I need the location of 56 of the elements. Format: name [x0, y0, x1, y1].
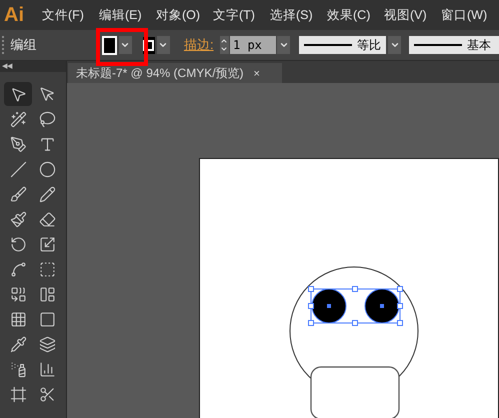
rotate-icon [10, 236, 26, 252]
brush-field[interactable]: 基本 [409, 36, 499, 54]
document-tab[interactable]: 未标题-7* @ 94% (CMYK/预览) × [68, 63, 282, 83]
caret-icon [120, 40, 130, 50]
column-graph-icon [38, 360, 56, 378]
pencil-icon [38, 186, 56, 202]
line-icon [10, 160, 26, 178]
eye [312, 288, 346, 324]
selection-arrow-icon [10, 86, 26, 102]
profile-label: 等比 [357, 37, 381, 54]
eye [364, 288, 400, 324]
brush-icon [10, 186, 26, 202]
app-logo: Ai [4, 5, 25, 25]
fill-swatch[interactable] [102, 36, 117, 54]
menu-item[interactable]: 编辑(E) [99, 6, 156, 24]
magic-wand-icon [10, 110, 26, 128]
up-icon [220, 37, 228, 45]
menu-item[interactable]: 视图(V) [384, 6, 441, 24]
document-title: 未标题-7* @ 94% (CMYK/预览) [76, 65, 244, 82]
pen-icon [10, 136, 26, 152]
menu-item[interactable]: 文字(T) [213, 6, 270, 24]
ellipse-icon [38, 160, 56, 178]
menu-item[interactable]: 文件(F) [42, 6, 99, 24]
profile-field[interactable]: 等比 [299, 36, 386, 54]
stroke-link[interactable]: 描边: [184, 35, 214, 55]
profile-dropdown[interactable] [388, 36, 401, 54]
menu-item[interactable]: 选择(S) [270, 6, 327, 24]
menu-item[interactable]: 效果(C) [327, 6, 384, 24]
down-icon [220, 45, 228, 53]
eraser-icon [38, 210, 56, 228]
line-icon [304, 44, 352, 46]
close-button[interactable]: × [254, 66, 260, 82]
stroke-spinner[interactable] [220, 36, 229, 54]
symbol-sprayer-icon [10, 360, 26, 378]
stroke-dropdown[interactable] [156, 36, 170, 54]
line-icon [414, 44, 462, 46]
highlight-frame [96, 28, 148, 66]
lasso-icon [38, 110, 56, 128]
eyedropper-icon [10, 336, 26, 352]
scale-icon [38, 236, 56, 252]
fill-dropdown[interactable] [118, 36, 132, 54]
grip-icon [2, 36, 5, 54]
menu-item[interactable]: 窗口(W) [441, 6, 498, 24]
stroke-weight-field[interactable]: 1 px [230, 36, 276, 54]
caret-icon [158, 40, 168, 50]
caret-icon [390, 40, 400, 50]
stroke-weight-dropdown[interactable] [277, 36, 290, 54]
tool-button[interactable] [4, 82, 32, 106]
artboard-icon [10, 386, 26, 402]
menu-item[interactable]: 对象(O) [156, 6, 213, 24]
brush-label: 基本 [467, 37, 491, 54]
caret-icon [278, 40, 288, 50]
direct-selection-arrow-icon [38, 86, 56, 102]
mesh-icon [10, 310, 26, 328]
type-icon [38, 136, 56, 152]
selection-label: 编组 [10, 36, 37, 54]
